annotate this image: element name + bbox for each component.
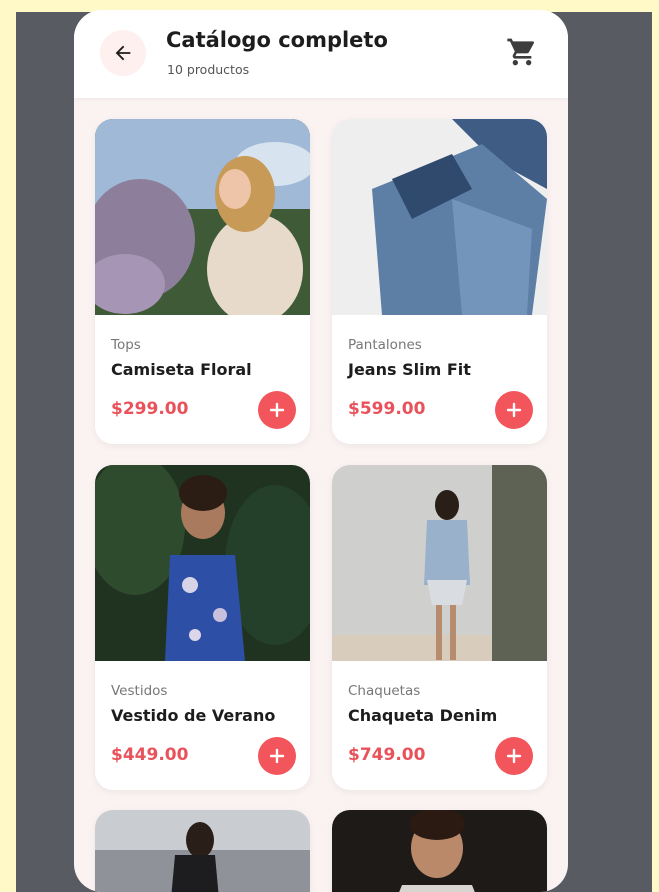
plus-icon <box>506 748 522 764</box>
product-card[interactable]: Vestidos Vestido de Verano $449.00 <box>95 465 310 790</box>
product-category: Vestidos <box>111 683 168 699</box>
product-category: Tops <box>111 337 141 353</box>
product-image <box>332 465 547 661</box>
product-card[interactable]: Pantalones Jeans Slim Fit $599.00 <box>332 119 547 444</box>
page-title: Catálogo completo <box>166 28 388 52</box>
product-image <box>332 810 547 892</box>
add-to-cart-button[interactable] <box>495 391 533 429</box>
plus-icon <box>269 748 285 764</box>
back-button[interactable] <box>100 30 146 76</box>
add-to-cart-button[interactable] <box>495 737 533 775</box>
product-price: $299.00 <box>111 399 189 419</box>
product-count: 10 productos <box>167 62 250 77</box>
product-category: Chaquetas <box>348 683 421 699</box>
product-card[interactable] <box>95 810 310 892</box>
cart-icon <box>507 38 535 66</box>
product-name: Camiseta Floral <box>111 360 252 379</box>
cart-button[interactable] <box>506 36 540 70</box>
plus-icon <box>506 402 522 418</box>
product-price: $749.00 <box>348 745 426 765</box>
arrow-left-icon <box>115 45 131 61</box>
product-card[interactable]: Chaquetas Chaqueta Denim $749.00 <box>332 465 547 790</box>
product-card[interactable]: Tops Camiseta Floral $299.00 <box>95 119 310 444</box>
outer-frame-left <box>0 0 16 892</box>
product-category: Pantalones <box>348 337 422 353</box>
outer-frame-right <box>652 0 659 892</box>
add-to-cart-button[interactable] <box>258 737 296 775</box>
plus-icon <box>269 402 285 418</box>
product-image <box>95 810 310 892</box>
add-to-cart-button[interactable] <box>258 391 296 429</box>
app-header: Catálogo completo 10 productos <box>74 10 568 98</box>
app-screen: Catálogo completo 10 productos Tops Cami… <box>74 10 568 892</box>
product-image <box>95 119 310 315</box>
product-card[interactable] <box>332 810 547 892</box>
product-name: Jeans Slim Fit <box>348 360 471 379</box>
product-name: Chaqueta Denim <box>348 706 498 725</box>
product-image <box>95 465 310 661</box>
product-image <box>332 119 547 315</box>
product-price: $449.00 <box>111 745 189 765</box>
product-price: $599.00 <box>348 399 426 419</box>
product-name: Vestido de Verano <box>111 706 276 725</box>
